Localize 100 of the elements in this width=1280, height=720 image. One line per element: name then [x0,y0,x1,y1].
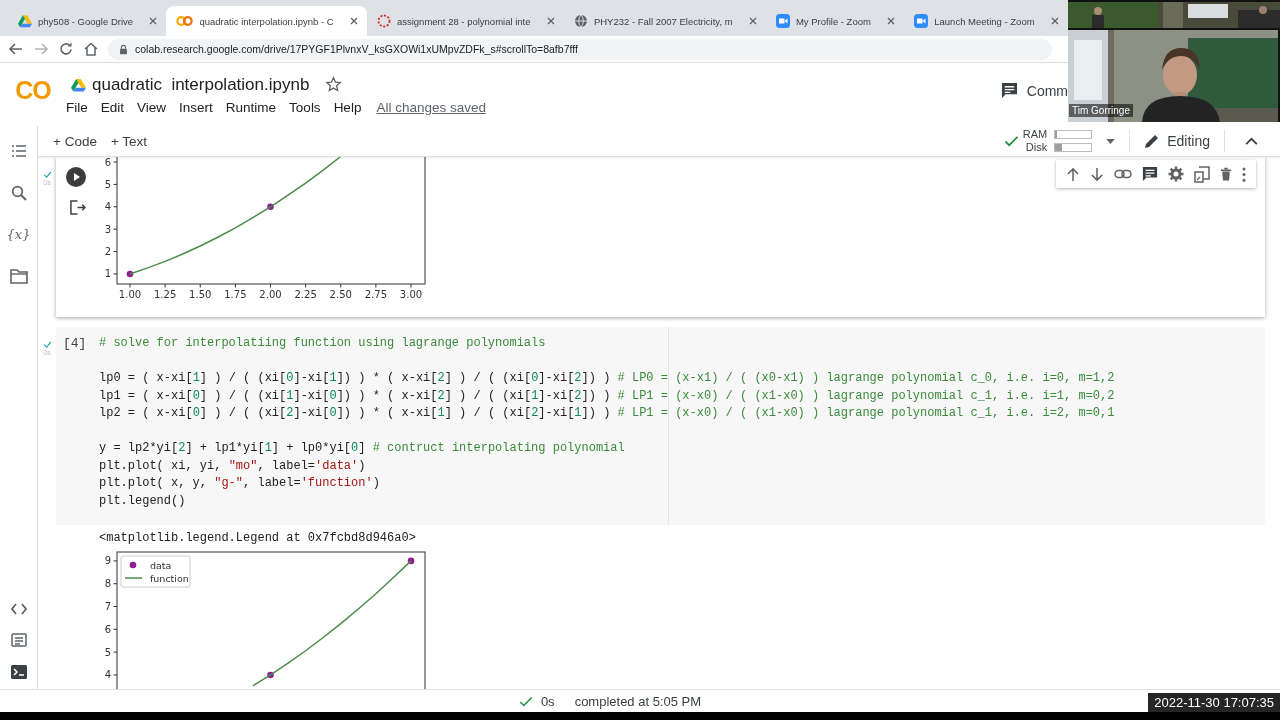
axis-tick-label: 8 [104,578,111,590]
code-line: lp0 = ( x-xi[1] ) / ( (xi[0]-xi[1]) ) * ( x-xi[2] ) / ( (xi[0]-xi[2]) ) # LP0 = (x-x1) / ( (x0-x1) ) lagrange polynomial c_0, i.e. i=0, m=1,2 [99,370,1115,387]
axis-tick-label: 6 [104,623,111,635]
browser-tab[interactable]: quadratic interpolation.ipynb - C [166,6,367,36]
folder-icon[interactable] [9,269,28,284]
close-icon[interactable] [886,16,897,26]
star-icon[interactable] [325,76,343,93]
legend-box [120,555,191,588]
save-status-link[interactable]: All changes saved [376,99,486,115]
menu-item[interactable]: View [137,99,167,115]
comment-icon[interactable] [1142,166,1158,182]
menu-item[interactable]: Tools [289,99,321,115]
check-icon [42,171,52,178]
back-arrow-icon[interactable] [8,41,24,57]
settings-icon[interactable] [1168,166,1184,182]
close-icon[interactable] [747,16,758,26]
axis-tick-label: 4 [104,669,111,681]
code-icon[interactable] [10,603,27,615]
data-point [267,671,274,679]
axis-tick-label: 1.50 [189,289,212,300]
comments-button[interactable]: Comm [994,78,1068,103]
code-line: # solve for interpolatiing function using lagrange polynomials [99,335,547,352]
more-icon[interactable] [1242,166,1246,182]
axis-tick-label: 5 [104,646,111,658]
url-text: colab.research.google.com/drive/17PYGF1PlvnxV_ksGXOWi1xUMpvZDFk_s#scrollTo=8afb7fff [135,43,578,55]
menu-item[interactable]: Insert [179,99,213,115]
data-point [267,203,274,211]
triangle-logo-icon [71,77,86,92]
comment-icon [1000,82,1018,99]
arrow-up-icon[interactable] [1066,166,1080,182]
axis-tick-label: 1.00 [118,289,142,300]
menu-item[interactable]: Help [333,99,362,115]
recording-timestamp: 2022-11-30 17:07:35 [1148,693,1280,712]
variables-icon[interactable]: {x} [6,227,31,243]
axis-tick-label: 1.75 [224,289,247,300]
output-text: <matplotlib.legend.Legend at 0x7fcbd8d946a0> [98,530,417,546]
close-icon[interactable] [148,16,159,26]
browser-tab[interactable]: PHY232 - Fall 2007 Electricity, m [563,6,766,36]
colab-logo: CO [14,76,52,105]
pencil-icon [1144,133,1161,149]
camera-icon [775,14,790,28]
link-icon[interactable] [1114,169,1132,179]
output-icon[interactable] [68,200,86,215]
legend-line-icon [124,577,143,579]
mirror-icon[interactable] [1194,165,1210,183]
reload-icon[interactable] [58,41,74,57]
code-line: lp2 = ( x-xi[0] ) / ( (xi[2]-xi[0]) ) * ( x-xi[1] ) / ( (xi[2]-xi[1]) ) # LP1 = (x-x0) / ( (x1-x0) ) lagrange polynomial c_1, i.e. i=2, m=0,1 [99,405,1115,422]
list-icon[interactable] [10,143,27,159]
add-cell-button[interactable]: + Code [53,133,97,149]
add-cell-button[interactable]: + Text [110,133,148,149]
camera-icon [914,14,929,28]
close-icon[interactable] [348,16,359,26]
arrow-down-icon[interactable] [1090,166,1104,182]
panel-icon[interactable] [10,633,27,647]
close-icon[interactable] [1049,16,1060,26]
chevron-up-icon[interactable] [1245,137,1258,145]
axis-tick-label: 1 [104,268,111,280]
address-field[interactable]: colab.research.google.com/drive/17PYGF1PlvnxV_ksGXOWi1xUMpvZDFk_s#scrollTo=8afb7fff [108,38,1052,60]
search-icon[interactable] [10,185,27,201]
axis-tick-label: 7 [104,601,111,612]
legend-label: function [150,572,189,584]
resources-button[interactable]: RAM Disk [1003,128,1093,154]
meter-label: Disk [1024,141,1048,154]
browser-tab[interactable]: My Profile - Zoom [765,6,905,36]
axis-tick-label: 6 [104,157,111,168]
menu-item[interactable]: File [66,99,88,115]
lock-icon [118,43,129,55]
globe-icon [573,14,588,28]
data-point [126,270,134,278]
triangle-logo-icon [18,14,32,28]
tab-title: phy508 - Google Drive [38,15,135,27]
terminal-icon[interactable] [10,665,27,679]
axis-tick-label: 2 [104,246,111,258]
notebook-title[interactable]: quadratic interpolation.ipynb [92,74,310,95]
close-icon[interactable] [545,16,556,26]
caret-icon[interactable] [1106,138,1116,144]
editing-button[interactable]: Editing [1144,130,1210,152]
home-icon[interactable] [83,41,99,57]
tab-title: My Profile - Zoom [795,15,872,27]
meter-label: RAM [1022,128,1048,141]
check-icon [518,695,533,707]
code-editor[interactable] [56,327,1265,525]
tab-title: PHY232 - Fall 2007 Electricity, m [593,15,734,27]
legend-marker-icon [129,561,137,569]
menu-item[interactable]: Runtime [225,99,277,115]
check-icon [1003,135,1019,147]
tab-title: quadratic interpolation.ipynb - C [199,15,335,27]
axis-tick-label: 9 [104,555,111,567]
browser-tab[interactable]: phy508 - Google Drive [8,6,167,36]
axis-tick-label: 2.00 [259,289,282,300]
axis-tick-label: 1.25 [154,289,177,300]
execution-count: [4] [63,335,88,353]
execution-duration: 0s [540,693,555,709]
menu-item[interactable]: Edit [100,99,125,115]
axis-tick-label: 2.75 [364,289,387,300]
run-icon[interactable] [66,167,86,187]
trash-icon[interactable] [1220,166,1232,182]
browser-tab[interactable]: assignment 28 - polynomial inte [366,6,564,36]
axis-tick-label: 4 [104,201,111,213]
browser-tab[interactable]: Launch Meeting - Zoom [904,6,1068,36]
